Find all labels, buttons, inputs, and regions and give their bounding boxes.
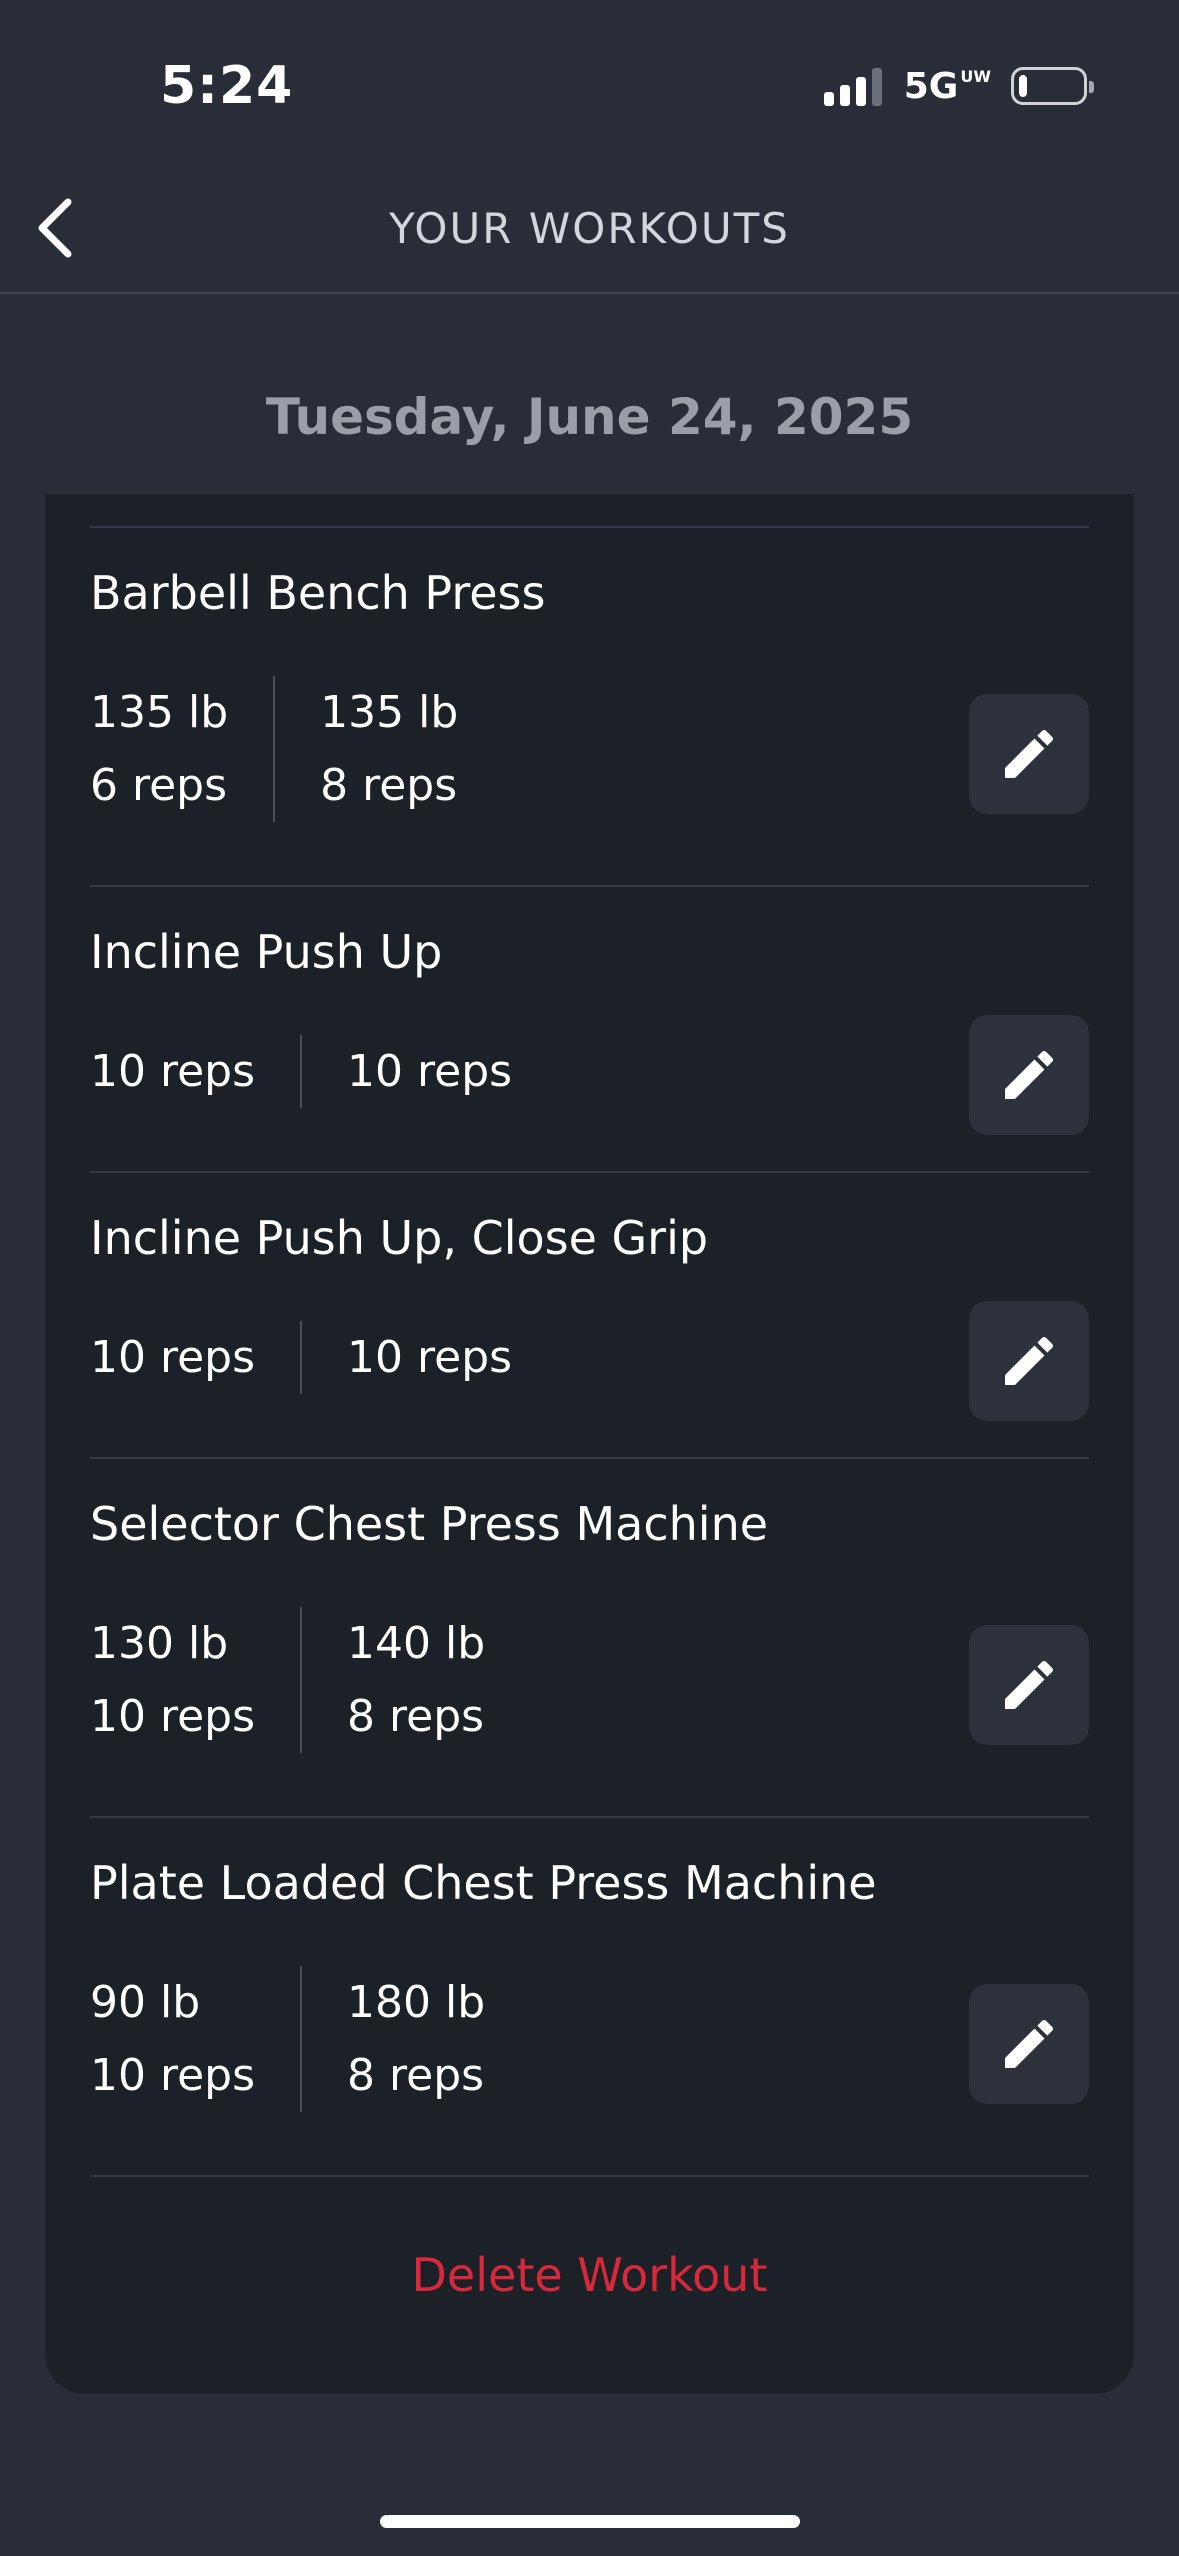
exercise-name: Incline Push Up — [90, 925, 443, 979]
pencil-icon — [1005, 1336, 1054, 1385]
pencil-icon — [1005, 2019, 1054, 2068]
home-indicator[interactable] — [380, 2515, 800, 2528]
exercise-item: Incline Push Up, Close Grip 10 reps 10 r… — [90, 1211, 1089, 1441]
exercise-item: Selector Chest Press Machine 130 lb 10 r… — [90, 1497, 1089, 1782]
edit-exercise-button[interactable] — [969, 1015, 1089, 1135]
page-title: YOUR WORKOUTS — [389, 204, 790, 253]
delete-workout-button[interactable]: Delete Workout — [0, 2248, 1179, 2302]
exercise-item: Plate Loaded Chest Press Machine 90 lb 1… — [90, 1856, 1089, 2141]
workout-date: Tuesday, June 24, 2025 — [265, 388, 914, 446]
pencil-icon — [1005, 1050, 1054, 1099]
set-separator — [300, 1607, 303, 1753]
battery-level — [1019, 75, 1027, 97]
exercise-name: Selector Chest Press Machine — [90, 1497, 769, 1551]
exercise-item: Barbell Bench Press 135 lb 6 reps 135 lb… — [90, 566, 1089, 851]
set-weight: 135 lb — [320, 687, 459, 738]
edit-exercise-button[interactable] — [969, 1301, 1089, 1421]
set-reps: 10 reps — [90, 1332, 256, 1383]
battery-icon — [1011, 67, 1094, 105]
exercise-sets: 90 lb 10 reps 180 lb 8 reps — [90, 1966, 485, 2112]
set-weight: 135 lb — [90, 687, 229, 738]
set-reps: 10 reps — [90, 1046, 256, 1097]
set-weight: 90 lb — [90, 1977, 201, 2028]
set-2: 10 reps — [347, 1035, 512, 1108]
set-separator — [273, 676, 276, 822]
set-1: 90 lb 10 reps — [90, 1966, 255, 2112]
set-reps: 10 reps — [90, 2050, 256, 2101]
divider — [90, 1171, 1089, 1173]
set-1: 130 lb 10 reps — [90, 1607, 255, 1753]
divider — [90, 526, 1089, 528]
nav-header: YOUR WORKOUTS — [0, 170, 1179, 294]
network-suffix: UW — [960, 66, 991, 86]
set-reps: 10 reps — [347, 1332, 513, 1383]
set-1: 10 reps — [90, 1321, 255, 1394]
exercise-name: Incline Push Up, Close Grip — [90, 1211, 709, 1265]
exercise-sets: 10 reps 10 reps — [90, 1321, 512, 1394]
set-separator — [300, 1035, 303, 1108]
set-2: 140 lb 8 reps — [347, 1607, 485, 1753]
network-type: 5G UW — [904, 66, 991, 107]
exercise-item: Incline Push Up 10 reps 10 reps — [90, 925, 1089, 1155]
status-bar: 5:24 5G UW — [0, 0, 1179, 170]
status-indicators: 5G UW — [823, 66, 1094, 107]
set-reps: 8 reps — [347, 1691, 485, 1742]
set-separator — [300, 1966, 303, 2112]
edit-exercise-button[interactable] — [969, 1625, 1089, 1745]
edit-exercise-button[interactable] — [969, 694, 1089, 814]
status-time: 5:24 — [160, 56, 294, 116]
exercise-sets: 130 lb 10 reps 140 lb 8 reps — [90, 1607, 485, 1753]
set-reps: 8 reps — [347, 2050, 485, 2101]
exercise-name: Plate Loaded Chest Press Machine — [90, 1856, 877, 1910]
pencil-icon — [1005, 729, 1054, 778]
pencil-icon — [1005, 1660, 1054, 1709]
network-label: 5G — [903, 65, 959, 107]
set-1: 10 reps — [90, 1035, 255, 1108]
set-weight: 180 lb — [347, 1977, 486, 2028]
divider — [90, 885, 1089, 887]
set-2: 180 lb 8 reps — [347, 1966, 485, 2112]
set-reps: 8 reps — [320, 760, 458, 811]
cellular-signal-icon — [823, 66, 882, 106]
set-reps: 10 reps — [347, 1046, 513, 1097]
edit-exercise-button[interactable] — [969, 1984, 1089, 2104]
set-weight: 140 lb — [347, 1618, 486, 1669]
exercise-sets: 10 reps 10 reps — [90, 1035, 512, 1108]
exercise-sets: 135 lb 6 reps 135 lb 8 reps — [90, 676, 458, 822]
divider — [90, 1457, 1089, 1459]
set-1: 135 lb 6 reps — [90, 676, 228, 822]
set-reps: 6 reps — [90, 760, 228, 811]
workout-card: Barbell Bench Press 135 lb 6 reps 135 lb… — [45, 494, 1134, 2394]
divider — [90, 2175, 1089, 2177]
set-weight: 130 lb — [90, 1618, 229, 1669]
exercise-name: Barbell Bench Press — [90, 566, 546, 620]
divider — [90, 1816, 1089, 1818]
set-reps: 10 reps — [90, 1691, 256, 1742]
set-2: 10 reps — [347, 1321, 512, 1394]
set-2: 135 lb 8 reps — [320, 676, 458, 822]
set-separator — [300, 1321, 303, 1394]
